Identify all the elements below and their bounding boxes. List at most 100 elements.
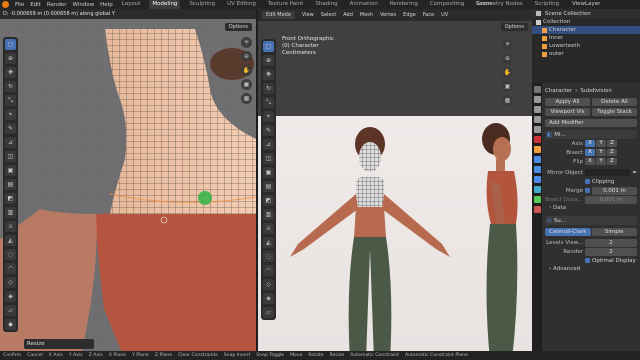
left-viewport-canvas[interactable]: [0, 9, 256, 360]
menu-edit[interactable]: Edit: [30, 2, 41, 8]
axis-gizmo-icon[interactable]: ✳: [241, 37, 252, 48]
bisect-x-toggle[interactable]: X: [585, 149, 595, 156]
advanced-subpanel[interactable]: › Advanced: [545, 265, 637, 274]
tab-sculpting[interactable]: Sculpting: [186, 0, 218, 9]
left-3d-viewport[interactable]: D: -0.000658 m (0.000658 m) along global…: [0, 9, 256, 360]
tab-shading[interactable]: Shading: [312, 0, 340, 9]
catmull-clark-button[interactable]: Catmull-Clark: [545, 228, 591, 236]
tab-uv-editing[interactable]: UV Editing: [224, 0, 259, 9]
knife-tool-icon[interactable]: ⚔: [263, 223, 274, 234]
object-tab-icon[interactable]: [533, 146, 541, 153]
axis-gizmo-icon[interactable]: ✳: [502, 39, 513, 50]
viewport-vis-button[interactable]: Viewport Vis: [545, 108, 590, 116]
view-layer-selector[interactable]: ViewLayer: [572, 0, 600, 9]
rotate-tool-icon[interactable]: ↻: [263, 83, 274, 94]
transform-tool-icon[interactable]: ⌖: [263, 111, 274, 122]
cursor-tool-icon[interactable]: ⊕: [263, 55, 274, 66]
camera-icon[interactable]: ▣: [502, 81, 513, 92]
flip-x-toggle[interactable]: X: [585, 158, 595, 165]
menu-window[interactable]: Window: [72, 2, 94, 8]
scene-tab-icon[interactable]: [533, 126, 541, 133]
edge-slide-tool-icon[interactable]: ◇: [5, 277, 16, 288]
annotate-tool-icon[interactable]: ✎: [5, 123, 16, 134]
extrude-tool-icon[interactable]: ▣: [5, 165, 16, 176]
transform-tool-icon[interactable]: ⌖: [5, 109, 16, 120]
right-3d-viewport[interactable]: Edit Mode View Select Add Mesh Vertex Ed…: [258, 9, 532, 360]
axis-z-toggle[interactable]: Z: [607, 140, 617, 147]
scale-tool-icon[interactable]: ⤡: [263, 97, 274, 108]
shear-tool-icon[interactable]: ▱: [5, 305, 16, 316]
resize-operator-panel[interactable]: Resize: [24, 339, 94, 349]
tab-rendering[interactable]: Rendering: [387, 0, 421, 9]
pan-hand-icon[interactable]: ✋: [502, 67, 513, 78]
rip-tool-icon[interactable]: ◆: [5, 319, 16, 330]
left-options-button[interactable]: Options: [224, 23, 252, 31]
mirror-modifier-name[interactable]: Mi...: [554, 132, 566, 138]
tab-texture-paint[interactable]: Texture Paint: [265, 0, 307, 9]
move-tool-icon[interactable]: ✥: [5, 67, 16, 78]
simple-button[interactable]: Simple: [591, 228, 637, 236]
mirror-object-field[interactable]: [585, 169, 631, 176]
subsurf-modifier-header[interactable]: ◎ Su...: [545, 216, 637, 225]
tab-scripting[interactable]: Scripting: [532, 0, 562, 9]
move-tool-icon[interactable]: ✥: [263, 69, 274, 80]
add-cube-tool-icon[interactable]: ◫: [263, 153, 274, 164]
spin-tool-icon[interactable]: ◌: [5, 249, 16, 260]
outliner-item-lowerteeth[interactable]: Lowerteeth: [532, 42, 640, 50]
cursor-tool-icon[interactable]: ⊕: [5, 53, 16, 64]
knife-tool-icon[interactable]: ⚔: [5, 221, 16, 232]
mirror-modifier-header[interactable]: ◧ Mi...: [545, 130, 637, 139]
tab-layout[interactable]: Layout: [119, 0, 144, 9]
menu-file[interactable]: File: [15, 2, 24, 8]
levels-viewport-field[interactable]: 2: [585, 238, 637, 247]
tool-tab-icon[interactable]: [533, 86, 541, 93]
render-tab-icon[interactable]: [533, 96, 541, 103]
view-layer-tab-icon[interactable]: [533, 116, 541, 123]
add-modifier-button[interactable]: Add Modifier: [545, 119, 637, 127]
spin-tool-icon[interactable]: ◌: [263, 251, 274, 262]
data-subpanel[interactable]: › Data: [545, 204, 637, 213]
rotate-tool-icon[interactable]: ↻: [5, 81, 16, 92]
shear-tool-icon[interactable]: ▱: [263, 307, 274, 318]
output-tab-icon[interactable]: [533, 106, 541, 113]
menu-help[interactable]: Help: [100, 2, 113, 8]
merge-checkbox[interactable]: [585, 188, 590, 193]
measure-tool-icon[interactable]: ⊿: [5, 137, 16, 148]
camera-icon[interactable]: ▣: [241, 79, 252, 90]
add-cube-tool-icon[interactable]: ◫: [5, 151, 16, 162]
loop-cut-tool-icon[interactable]: ▥: [5, 207, 16, 218]
constraints-tab-icon[interactable]: [533, 186, 541, 193]
outliner-item-outer[interactable]: outer: [532, 50, 640, 58]
bisect-distance-field[interactable]: 0.001 m: [585, 195, 637, 204]
poly-build-tool-icon[interactable]: ◭: [5, 235, 16, 246]
outliner-item-collection[interactable]: Collection: [532, 18, 640, 26]
eyedropper-icon[interactable]: ✒: [632, 170, 637, 176]
axis-y-toggle[interactable]: Y: [596, 140, 606, 147]
annotate-tool-icon[interactable]: ✎: [263, 125, 274, 136]
edge-slide-tool-icon[interactable]: ◇: [263, 279, 274, 290]
smooth-tool-icon[interactable]: ◠: [5, 263, 16, 274]
data-tab-icon[interactable]: [533, 196, 541, 203]
render-levels-field[interactable]: 2: [585, 247, 637, 256]
shrink-tool-icon[interactable]: ◈: [5, 291, 16, 302]
perspective-grid-icon[interactable]: ▦: [502, 95, 513, 106]
select-box-tool-icon[interactable]: ▢: [263, 41, 274, 52]
bevel-tool-icon[interactable]: ◩: [263, 195, 274, 206]
bisect-z-toggle[interactable]: Z: [607, 149, 617, 156]
merge-distance-field[interactable]: 0.001 m: [592, 186, 637, 195]
measure-tool-icon[interactable]: ⊿: [263, 139, 274, 150]
scene-selector[interactable]: Scene: [476, 0, 493, 9]
blender-logo-icon[interactable]: [2, 1, 9, 8]
select-box-tool-icon[interactable]: ▢: [5, 39, 16, 50]
menu-render[interactable]: Render: [47, 2, 67, 8]
outliner-item-inner[interactable]: Inner: [532, 34, 640, 42]
loop-cut-tool-icon[interactable]: ▥: [263, 209, 274, 220]
inset-tool-icon[interactable]: ▤: [263, 181, 274, 192]
delete-all-button[interactable]: Delete All: [592, 98, 637, 106]
poly-build-tool-icon[interactable]: ◭: [263, 237, 274, 248]
pan-hand-icon[interactable]: ✋: [241, 65, 252, 76]
material-tab-icon[interactable]: [533, 206, 541, 213]
particles-tab-icon[interactable]: [533, 166, 541, 173]
flip-y-toggle[interactable]: Y: [596, 158, 606, 165]
subsurf-modifier-name[interactable]: Su...: [554, 218, 566, 224]
